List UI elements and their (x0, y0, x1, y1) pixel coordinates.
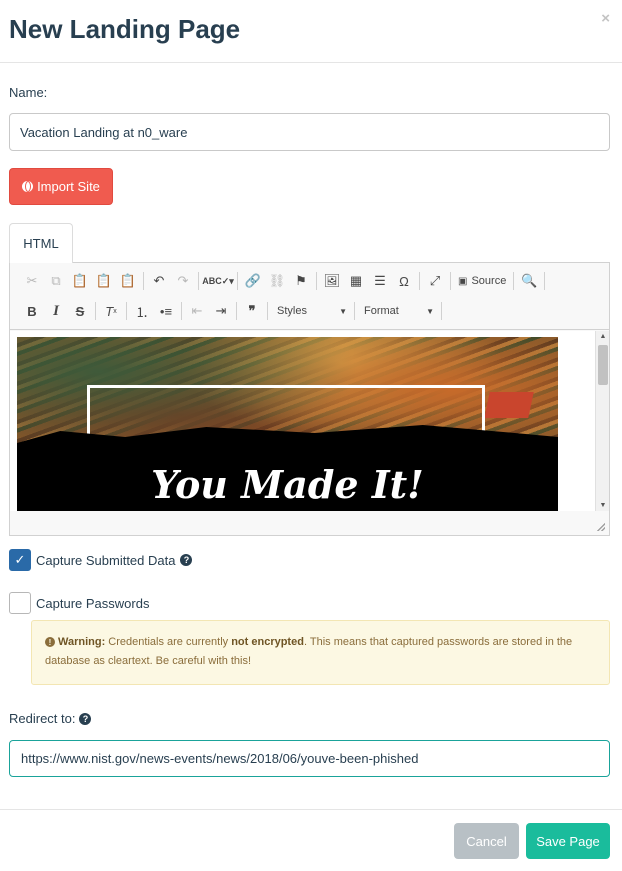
image-icon[interactable]: 🖼 (320, 270, 344, 292)
html-editor: ✂ ⧉ 📋 📋 📋 ↶ ↷ ABC✓▾ 🔗 ⛓ ⚑ 🖼 ▦ ☰ Ω ⤢ ▣ So (9, 262, 610, 536)
toolbar-separator (267, 302, 268, 320)
remove-format-icon[interactable]: Tx (99, 300, 123, 322)
toolbar-separator (544, 272, 546, 290)
scroll-thumb[interactable] (598, 345, 608, 385)
hero-heading: You Made It! (151, 462, 424, 507)
maximize-icon[interactable]: ⤢ (423, 270, 447, 292)
tab-html[interactable]: HTML (9, 223, 73, 263)
strikethrough-icon[interactable]: S (68, 300, 92, 322)
warning-text-1: Credentials are currently (105, 636, 232, 648)
hero-roof-shape (484, 392, 534, 418)
horizontal-line-icon[interactable]: ☰ (368, 270, 392, 292)
toolbar-separator (513, 272, 515, 290)
capture-passwords-label: Capture Passwords (36, 595, 150, 611)
special-char-icon[interactable]: Ω (392, 270, 416, 292)
toolbar-separator (316, 272, 317, 290)
bulleted-list-icon[interactable]: •≡ (154, 300, 178, 322)
toolbar-separator (450, 272, 451, 290)
styles-label: Styles (277, 305, 307, 317)
editor-scrollbar[interactable]: ▲ ▼ (595, 331, 609, 511)
unlink-icon[interactable]: ⛓ (265, 270, 289, 292)
name-label: Name: (9, 85, 48, 100)
scroll-down-icon[interactable]: ▼ (596, 502, 610, 509)
editor-content[interactable]: You Made It! (10, 331, 609, 511)
paste-icon[interactable]: 📋 (68, 270, 92, 292)
toolbar-separator (198, 272, 199, 290)
cancel-button[interactable]: Cancel (454, 823, 519, 859)
spellcheck-icon[interactable]: ABC✓▾ (202, 270, 234, 292)
preview-icon[interactable]: 🔍 (517, 270, 541, 292)
help-icon[interactable]: ? (180, 554, 193, 566)
styles-dropdown[interactable]: Styles ▼ (271, 301, 351, 321)
bold-icon[interactable]: B (20, 300, 44, 322)
paste-text-icon[interactable]: 📋 (92, 270, 116, 292)
format-dropdown[interactable]: Format ▼ (358, 301, 438, 321)
undo-icon[interactable]: ↶ (147, 270, 171, 292)
source-label: Source (471, 275, 507, 287)
name-input[interactable] (9, 113, 610, 151)
toolbar-separator (419, 272, 420, 290)
capture-data-checkbox[interactable]: ✓ (9, 549, 31, 571)
toolbar-separator (237, 272, 238, 290)
capture-data-row: ✓ Capture Submitted Data ? (9, 549, 193, 571)
exclamation-icon: ! (45, 637, 55, 648)
toolbar-separator (95, 302, 96, 320)
toolbar-separator (181, 302, 182, 320)
table-icon[interactable]: ▦ (344, 270, 368, 292)
redirect-label-row: Redirect to: ? (9, 711, 92, 726)
toolbar-separator (441, 302, 442, 320)
header-divider (0, 62, 622, 63)
redirect-label: Redirect to: (9, 711, 76, 726)
anchor-flag-icon[interactable]: ⚑ (289, 270, 313, 292)
link-icon[interactable]: 🔗 (241, 270, 265, 292)
capture-data-label: Capture Submitted Data (36, 552, 176, 568)
resize-handle-icon[interactable] (597, 523, 605, 531)
footer-divider (0, 809, 622, 810)
import-site-button[interactable]: Import Site (9, 168, 113, 205)
chevron-down-icon: ▼ (339, 306, 347, 316)
help-icon[interactable]: ? (79, 712, 92, 725)
italic-icon[interactable]: I (44, 300, 68, 322)
save-page-button[interactable]: Save Page (526, 823, 610, 859)
numbered-list-icon[interactable]: ⒈ (130, 300, 154, 322)
toolbar-separator (143, 272, 144, 290)
import-site-label: Import Site (37, 179, 100, 194)
source-icon: ▣ (458, 275, 468, 287)
landing-hero-image: You Made It! (17, 337, 558, 511)
indent-icon[interactable]: ⇥ (209, 300, 233, 322)
toolbar-separator (236, 302, 237, 320)
capture-passwords-checkbox[interactable] (9, 592, 31, 614)
chevron-down-icon: ▼ (426, 306, 434, 316)
redo-icon[interactable]: ↷ (171, 270, 195, 292)
toolbar-separator (126, 302, 127, 320)
copy-icon[interactable]: ⧉ (44, 270, 68, 292)
toolbar-separator (354, 302, 355, 320)
warning-title: Warning: (58, 636, 106, 648)
modal-title: New Landing Page (9, 14, 241, 44)
close-icon[interactable]: × (601, 10, 610, 27)
cut-icon[interactable]: ✂ (20, 270, 44, 292)
outdent-icon[interactable]: ⇤ (185, 300, 209, 322)
capture-passwords-row: Capture Passwords (9, 592, 149, 614)
globe-icon (22, 181, 34, 192)
source-button[interactable]: ▣ Source (454, 270, 510, 292)
warning-alert: ! Warning: Credentials are currently not … (31, 620, 610, 685)
blockquote-icon[interactable]: ❞ (240, 300, 264, 322)
redirect-url-input[interactable] (9, 740, 610, 777)
paste-word-icon[interactable]: 📋 (116, 270, 140, 292)
format-label: Format (364, 305, 399, 317)
warning-emphasis: not encrypted (231, 636, 304, 648)
editor-toolbar: ✂ ⧉ 📋 📋 📋 ↶ ↷ ABC✓▾ 🔗 ⛓ ⚑ 🖼 ▦ ☰ Ω ⤢ ▣ So (10, 263, 609, 330)
scroll-up-icon[interactable]: ▲ (596, 333, 610, 340)
